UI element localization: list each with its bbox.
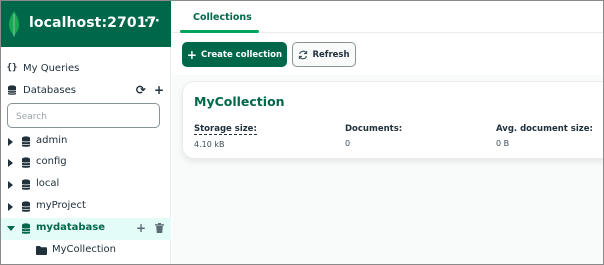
collection-label: MyCollection xyxy=(52,244,117,255)
caret-down-icon[interactable] xyxy=(7,226,15,231)
database-item-local[interactable]: local xyxy=(1,174,171,196)
databases-label: Databases xyxy=(23,84,76,96)
sidebar: localhost:27017 ··· {} My Queries Databa… xyxy=(1,1,171,264)
create-collection-label: Create collection xyxy=(200,49,283,60)
database-item-admin[interactable]: admin xyxy=(1,131,171,153)
database-icon xyxy=(21,179,31,190)
stat-value: 0 xyxy=(345,139,351,148)
database-label: mydatabase xyxy=(36,222,106,233)
database-label: myProject xyxy=(36,200,86,211)
add-collection-icon[interactable]: + xyxy=(136,221,146,235)
database-icon xyxy=(21,157,31,168)
database-stack-icon xyxy=(6,84,18,96)
my-queries-label: My Queries xyxy=(23,62,80,74)
stat-documents: Documents: 0 xyxy=(345,124,402,148)
trash-icon[interactable] xyxy=(155,223,164,233)
collections-grid: MyCollection Storage size: 4.10 kB Docum… xyxy=(172,75,603,264)
stat-value: 0 B xyxy=(496,139,510,148)
collection-item-mycollection[interactable]: MyCollection xyxy=(1,240,171,262)
stat-storage-size: Storage size: 4.10 kB xyxy=(194,124,257,149)
app-window: localhost:27017 ··· {} My Queries Databa… xyxy=(0,0,604,265)
stat-label: Documents: xyxy=(345,124,403,134)
database-label: admin xyxy=(36,135,68,146)
database-item-config[interactable]: config xyxy=(1,152,171,174)
refresh-label: Refresh xyxy=(312,49,350,60)
database-item-myproject[interactable]: myProject xyxy=(1,196,171,218)
braces-icon: {} xyxy=(6,63,18,73)
connection-menu-icon[interactable]: ··· xyxy=(144,13,160,31)
database-icon xyxy=(21,223,31,234)
stat-value: 4.10 kB xyxy=(194,140,225,149)
caret-right-icon[interactable] xyxy=(8,159,13,167)
caret-right-icon[interactable] xyxy=(8,138,13,146)
sidebar-search xyxy=(7,103,160,129)
create-collection-button[interactable]: + Create collection xyxy=(182,42,287,67)
database-icon xyxy=(21,201,31,212)
add-database-icon[interactable]: + xyxy=(154,84,164,96)
database-label: config xyxy=(36,156,67,167)
toolbar: + Create collection Refresh xyxy=(172,33,603,75)
plus-icon: + xyxy=(186,47,197,62)
database-label: local xyxy=(36,178,60,189)
refresh-icon xyxy=(299,50,308,59)
database-item-mydatabase[interactable]: mydatabase + xyxy=(1,218,171,240)
tab-bar: Collections xyxy=(172,1,603,33)
search-input[interactable] xyxy=(8,105,159,129)
main-panel: Collections + Create collection Refresh … xyxy=(172,1,603,264)
stat-avg-document-size: Avg. document size: 0 B xyxy=(496,124,593,148)
caret-right-icon[interactable] xyxy=(8,181,13,189)
stat-label: Avg. document size: xyxy=(496,124,593,134)
mongodb-leaf-icon xyxy=(9,11,19,37)
stat-label: Storage size: xyxy=(194,124,257,135)
folder-icon xyxy=(36,246,47,255)
refresh-databases-icon[interactable]: ⟳ xyxy=(136,84,146,96)
databases-actions: ⟳ + xyxy=(136,84,164,96)
database-icon xyxy=(21,136,31,147)
caret-right-icon[interactable] xyxy=(8,203,13,211)
collection-card[interactable]: MyCollection Storage size: 4.10 kB Docum… xyxy=(182,81,603,159)
tab-collections[interactable]: Collections xyxy=(180,1,265,33)
connection-title: localhost:27017 xyxy=(29,15,157,31)
connection-header[interactable]: localhost:27017 ··· xyxy=(1,1,171,47)
refresh-button[interactable]: Refresh xyxy=(292,42,356,67)
my-queries-item[interactable]: {} My Queries xyxy=(1,58,171,78)
collection-card-title[interactable]: MyCollection xyxy=(194,94,285,109)
databases-header: Databases ⟳ + xyxy=(1,80,171,100)
